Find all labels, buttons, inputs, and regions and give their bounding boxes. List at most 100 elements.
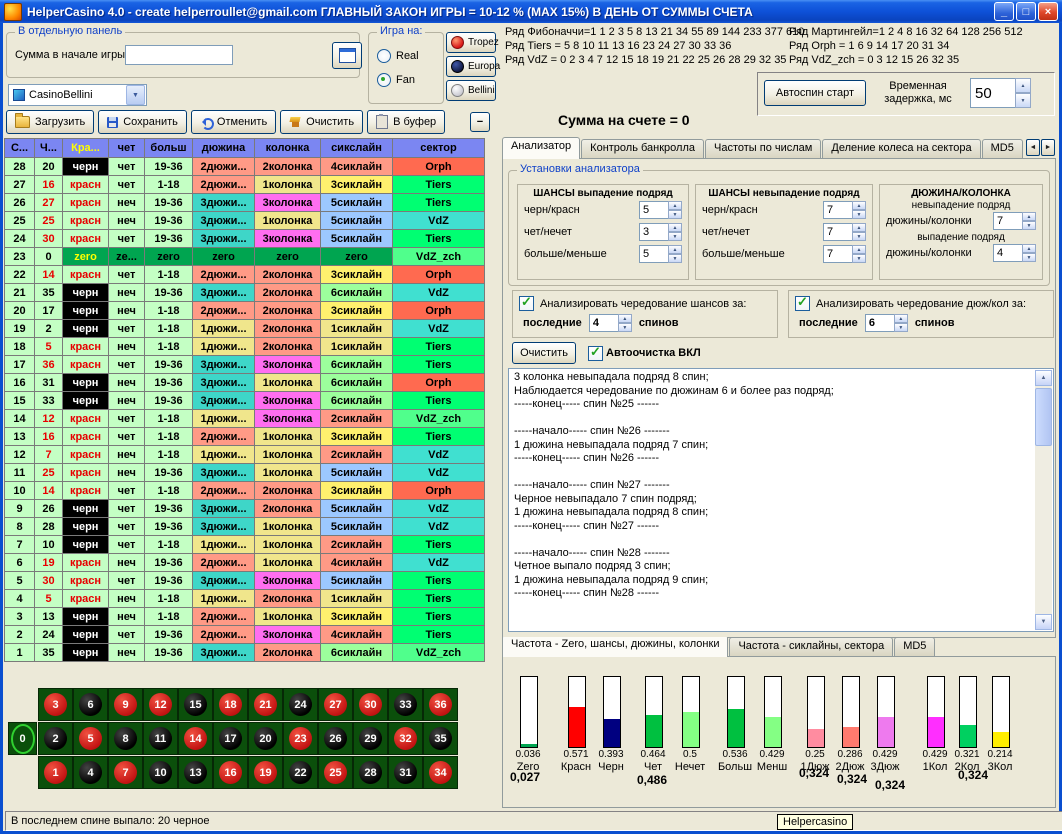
- table-row[interactable]: 2525красннеч19-363дюжи...1колонка5сиклай…: [5, 212, 485, 230]
- board-cell-28[interactable]: 28: [353, 756, 388, 789]
- chances-hit-box-spinner-3-down-icon[interactable]: ▼: [668, 254, 682, 263]
- board-cell-29[interactable]: 29: [353, 722, 388, 755]
- board-cell-18[interactable]: 18: [213, 688, 248, 721]
- board-cell-35[interactable]: 35: [423, 722, 458, 755]
- table-row[interactable]: 2017черннеч1-182дюжи...2колонка3сиклайнO…: [5, 302, 485, 320]
- tab-5[interactable]: MD5: [982, 139, 1023, 159]
- undo-button[interactable]: Отменить: [191, 110, 276, 134]
- scroll-down-icon[interactable]: ▼: [1035, 614, 1052, 630]
- log-scrollbar[interactable]: ▲ ▼: [1035, 370, 1052, 630]
- board-cell-8[interactable]: 8: [108, 722, 143, 755]
- detach-panel-button[interactable]: [332, 42, 362, 69]
- table-row[interactable]: 45красннеч1-181дюжи...2колонка1сиклайнTi…: [5, 590, 485, 608]
- board-cell-17[interactable]: 17: [213, 722, 248, 755]
- radio-fan[interactable]: [377, 73, 391, 87]
- board-cell-19[interactable]: 19: [248, 756, 283, 789]
- clear-button[interactable]: Очистить: [280, 110, 363, 134]
- tab-4[interactable]: Деление колеса на сектора: [822, 139, 980, 159]
- table-row[interactable]: 926чернчет19-363дюжи...2колонка5сиклайнV…: [5, 500, 485, 518]
- chances-hit-box-spinner-1-up-icon[interactable]: ▲: [668, 201, 682, 210]
- radio-real[interactable]: [377, 49, 391, 63]
- chances-miss-box-spinner-3-value[interactable]: 7: [823, 245, 852, 263]
- save-button[interactable]: Сохранить: [98, 110, 187, 134]
- board-cell-14[interactable]: 14: [178, 722, 213, 755]
- table-row[interactable]: 828чернчет19-363дюжи...1колонка5сиклайнV…: [5, 518, 485, 536]
- chances-miss-box-spinner-2-value[interactable]: 7: [823, 223, 852, 241]
- table-row[interactable]: 2716краснчет1-182дюжи...1колонка3сиклайн…: [5, 176, 485, 194]
- alt-chances-checkbox[interactable]: [519, 296, 534, 311]
- chances-hit-box-spinner-3-value[interactable]: 5: [639, 245, 668, 263]
- table-row[interactable]: 313черннеч1-182дюжи...1колонка3сиклайнTi…: [5, 608, 485, 626]
- tropez-button[interactable]: Tropez: [446, 32, 496, 53]
- tab-scroll-right-icon[interactable]: ►: [1041, 139, 1055, 156]
- chances-hit-box-spinner-2-up-icon[interactable]: ▲: [668, 223, 682, 232]
- board-cell-23[interactable]: 23: [283, 722, 318, 755]
- chances-hit-box-spinner-3-up-icon[interactable]: ▲: [668, 245, 682, 254]
- chances-miss-box-spinner-2-down-icon[interactable]: ▼: [852, 232, 866, 241]
- chances-hit-box-spinner-2-down-icon[interactable]: ▼: [668, 232, 682, 241]
- table-row[interactable]: 1631черннеч19-363дюжи...1колонка6сиклайн…: [5, 374, 485, 392]
- table-row[interactable]: 127красннеч1-181дюжи...1колонка2сиклайнV…: [5, 446, 485, 464]
- autospin-start-button[interactable]: Автоспин старт: [764, 80, 866, 106]
- board-cell-6[interactable]: 6: [73, 688, 108, 721]
- freq-tab-1[interactable]: Частота - Zero, шансы, дюжины, колонки: [502, 637, 728, 657]
- to-buffer-button[interactable]: В буфер: [367, 110, 445, 134]
- board-cell-16[interactable]: 16: [213, 756, 248, 789]
- alternate-spinner-2-up-icon[interactable]: ▲: [894, 314, 908, 323]
- table-row[interactable]: 1316краснчет1-182дюжи...1колонка3сиклайн…: [5, 428, 485, 446]
- casino-select[interactable]: CasinoBellini ▼: [8, 84, 147, 106]
- minimize-button[interactable]: _: [994, 2, 1014, 21]
- board-cell-9[interactable]: 9: [108, 688, 143, 721]
- table-row[interactable]: 2820чернчет19-362дюжи...2колонка4сиклайн…: [5, 158, 485, 176]
- board-cell-10[interactable]: 10: [143, 756, 178, 789]
- board-cell-27[interactable]: 27: [318, 688, 353, 721]
- chances-miss-box-spinner-1-up-icon[interactable]: ▲: [852, 201, 866, 210]
- board-cell-25[interactable]: 25: [318, 756, 353, 789]
- tab-2[interactable]: Контроль банкролла: [581, 139, 704, 159]
- board-cell-31[interactable]: 31: [388, 756, 423, 789]
- table-row[interactable]: 224чернчет19-362дюжи...3колонка4сиклайнT…: [5, 626, 485, 644]
- board-cell-30[interactable]: 30: [353, 688, 388, 721]
- tab-3[interactable]: Частоты по числам: [705, 139, 821, 159]
- table-row[interactable]: 2214краснчет1-182дюжи...2колонка3сиклайн…: [5, 266, 485, 284]
- chances-miss-box-spinner-1-down-icon[interactable]: ▼: [852, 210, 866, 219]
- alternate-spinner-1-up-icon[interactable]: ▲: [618, 314, 632, 323]
- scroll-up-icon[interactable]: ▲: [1035, 370, 1052, 386]
- delay-spinner-value[interactable]: 50: [970, 78, 1015, 108]
- table-row[interactable]: 1125красннеч19-363дюжи...1колонка5сиклай…: [5, 464, 485, 482]
- board-cell-12[interactable]: 12: [143, 688, 178, 721]
- table-row[interactable]: 710чернчет1-181дюжи...1колонка2сиклайнTi…: [5, 536, 485, 554]
- board-cell-5[interactable]: 5: [73, 722, 108, 755]
- load-button[interactable]: Загрузить: [6, 110, 94, 134]
- chances-miss-box-spinner-2-up-icon[interactable]: ▲: [852, 223, 866, 232]
- dozen-column-spinner-1-up-icon[interactable]: ▲: [1022, 212, 1036, 221]
- alternate-spinner-1-down-icon[interactable]: ▼: [618, 323, 632, 332]
- board-cell-36[interactable]: 36: [423, 688, 458, 721]
- scroll-thumb[interactable]: [1035, 388, 1052, 446]
- board-cell-4[interactable]: 4: [73, 756, 108, 789]
- start-sum-input[interactable]: [125, 45, 233, 65]
- board-cell-1[interactable]: 1: [38, 756, 73, 789]
- board-cell-32[interactable]: 32: [388, 722, 423, 755]
- table-row[interactable]: 2430краснчет19-363дюжи...3колонка5сиклай…: [5, 230, 485, 248]
- chances-miss-box-spinner-1-value[interactable]: 7: [823, 201, 852, 219]
- board-cell-20[interactable]: 20: [248, 722, 283, 755]
- chances-miss-box-spinner-3-down-icon[interactable]: ▼: [852, 254, 866, 263]
- freq-tab-2[interactable]: Частота - сиклайны, сектора: [729, 637, 893, 657]
- dozen-column-spinner-1-value[interactable]: 7: [993, 212, 1022, 230]
- table-row[interactable]: 2627красннеч19-363дюжи...3колонка5сиклай…: [5, 194, 485, 212]
- board-cell-3[interactable]: 3: [38, 688, 73, 721]
- dozen-column-spinner-2-down-icon[interactable]: ▼: [1022, 253, 1036, 262]
- table-row[interactable]: 530краснчет19-363дюжи...3колонка5сиклайн…: [5, 572, 485, 590]
- board-cell-7[interactable]: 7: [108, 756, 143, 789]
- alt-dozen-checkbox[interactable]: [795, 296, 810, 311]
- table-row[interactable]: 2135черннеч19-363дюжи...2колонка6сиклайн…: [5, 284, 485, 302]
- table-row[interactable]: 1533черннеч19-363дюжи...3колонка6сиклайн…: [5, 392, 485, 410]
- board-cell-11[interactable]: 11: [143, 722, 178, 755]
- board-cell-13[interactable]: 13: [178, 756, 213, 789]
- delay-spinner-up-icon[interactable]: ▲: [1015, 78, 1031, 93]
- board-cell-33[interactable]: 33: [388, 688, 423, 721]
- freq-tab-3[interactable]: MD5: [894, 637, 935, 657]
- delay-spinner-down-icon[interactable]: ▼: [1015, 93, 1031, 108]
- board-cell-22[interactable]: 22: [283, 756, 318, 789]
